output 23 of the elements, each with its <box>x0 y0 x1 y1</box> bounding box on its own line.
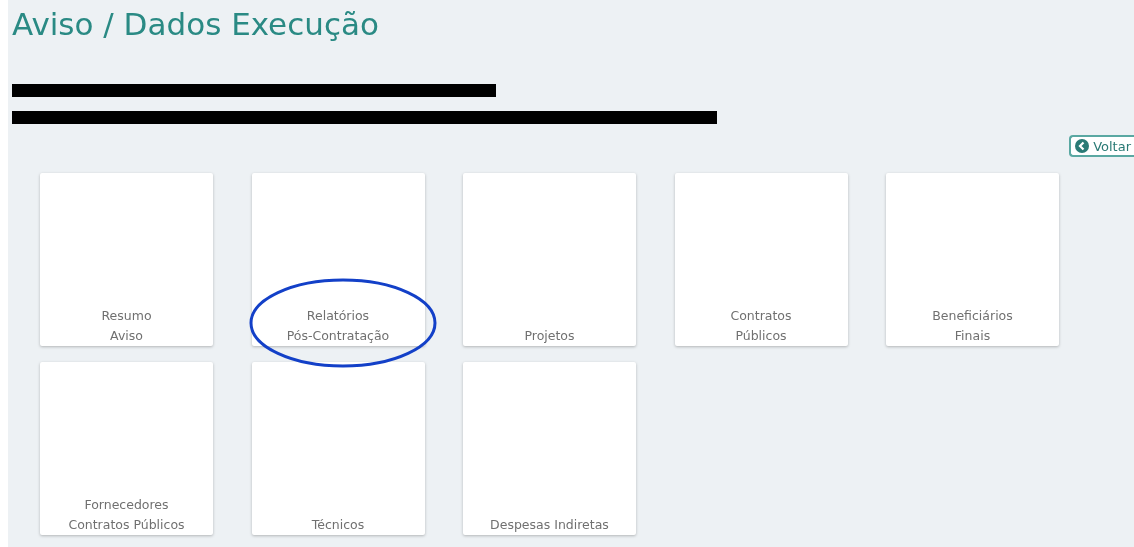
menu-card[interactable]: Relatórios Pós-Contratação <box>251 173 425 346</box>
menu-card[interactable]: Técnicos <box>251 362 425 535</box>
card-label: Técnicos <box>311 516 365 534</box>
card-label: Contratos Públicos <box>68 516 185 534</box>
menu-card[interactable]: Beneficiários Finais <box>886 173 1059 346</box>
card-label: Despesas Indiretas <box>490 516 609 534</box>
menu-card[interactable]: Projetos <box>463 173 636 346</box>
card-label: Fornecedores <box>84 496 169 514</box>
card-label: Públicos <box>735 327 787 345</box>
menu-card[interactable]: Contratos Públicos <box>674 173 848 346</box>
card-label: Aviso <box>110 327 143 345</box>
back-button[interactable]: Voltar <box>1069 135 1134 157</box>
menu-card[interactable]: Despesas Indiretas <box>463 362 636 535</box>
card-label: Finais <box>954 327 991 345</box>
card-label: Resumo <box>101 307 152 325</box>
menu-card[interactable]: Resumo Aviso <box>40 173 213 346</box>
card-label: Beneficiários <box>932 307 1013 325</box>
page-title: Aviso / Dados Execução <box>12 5 380 44</box>
card-label: Relatórios <box>306 307 370 325</box>
menu-card[interactable]: Fornecedores Contratos Públicos <box>40 362 213 535</box>
card-label: Pós-Contratação <box>286 327 390 345</box>
card-label: Contratos <box>730 307 792 325</box>
card-label: Projetos <box>524 327 575 345</box>
